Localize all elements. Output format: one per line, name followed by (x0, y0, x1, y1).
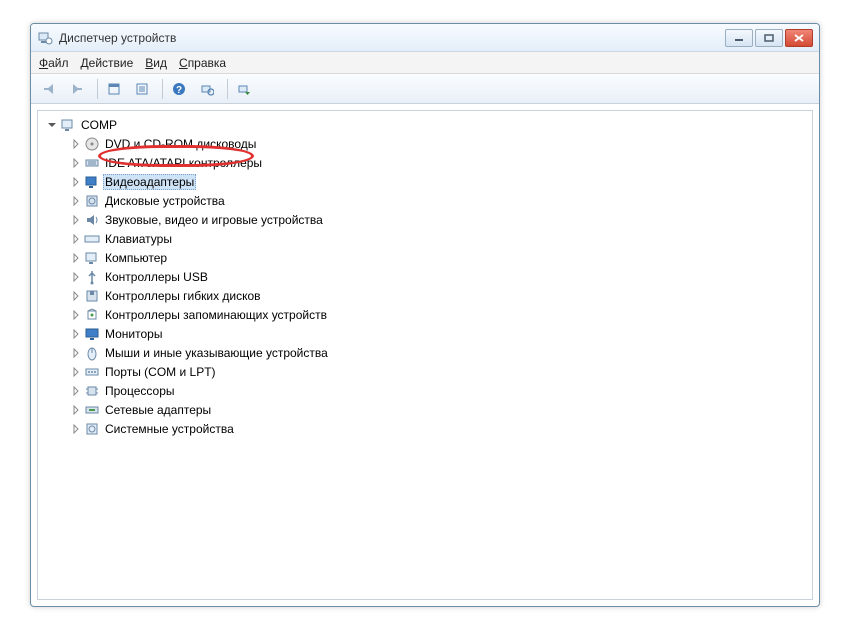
tree-item-label: Сетевые адаптеры (103, 403, 213, 417)
disk-icon (84, 193, 100, 209)
tree-item-label: Системные устройства (103, 422, 236, 436)
network-icon (84, 402, 100, 418)
tree-item[interactable]: DVD и CD-ROM дисководы (46, 134, 812, 153)
tree-item-label: Звуковые, видео и игровые устройства (103, 213, 325, 227)
expand-icon[interactable] (70, 366, 82, 378)
expand-icon[interactable] (70, 214, 82, 226)
toolbar: ? (31, 74, 819, 104)
tree-item[interactable]: Системные устройства (46, 419, 812, 438)
tree-item[interactable]: Сетевые адаптеры (46, 400, 812, 419)
expand-icon[interactable] (70, 290, 82, 302)
expand-icon[interactable] (70, 385, 82, 397)
cpu-icon (84, 383, 100, 399)
floppy-icon (84, 288, 100, 304)
tree-item-label: Мониторы (103, 327, 164, 341)
scan-hardware-button[interactable] (195, 78, 219, 100)
monitor-icon (84, 326, 100, 342)
expand-icon[interactable] (70, 404, 82, 416)
menubar: Файл Действие Вид Справка (31, 52, 819, 74)
tree-root-label: COMP (79, 118, 119, 132)
uninstall-button[interactable] (232, 78, 256, 100)
menu-view[interactable]: Вид (145, 56, 167, 70)
usb-icon (84, 269, 100, 285)
tree-item-label: Порты (COM и LPT) (103, 365, 218, 379)
expand-icon[interactable] (70, 328, 82, 340)
tree-item[interactable]: Порты (COM и LPT) (46, 362, 812, 381)
separator-icon (97, 79, 98, 99)
tree-item-label: IDE ATA/ATAPI контроллеры (103, 156, 264, 170)
expand-icon[interactable] (70, 157, 82, 169)
window-title: Диспетчер устройств (59, 31, 176, 45)
back-button[interactable] (37, 78, 61, 100)
tree-item-label: Компьютер (103, 251, 169, 265)
tree-item[interactable]: Компьютер (46, 248, 812, 267)
storage-icon (84, 307, 100, 323)
maximize-button[interactable] (755, 29, 783, 47)
tree-content[interactable]: COMP DVD и CD-ROM дисководы IDE ATA/ATAPI… (37, 110, 813, 600)
help-button[interactable]: ? (167, 78, 191, 100)
tree-item-label: Контроллеры гибких дисков (103, 289, 263, 303)
forward-button[interactable] (65, 78, 89, 100)
menu-file[interactable]: Файл (39, 56, 69, 70)
tree-item[interactable]: IDE ATA/ATAPI контроллеры (46, 153, 812, 172)
expand-icon[interactable] (70, 176, 82, 188)
svg-text:?: ? (176, 85, 182, 96)
device-manager-window: Диспетчер устройств Файл Действие Вид Сп… (30, 23, 820, 607)
window-controls (723, 29, 813, 47)
expand-icon[interactable] (70, 423, 82, 435)
tree-item[interactable]: Контроллеры гибких дисков (46, 286, 812, 305)
tree-item[interactable]: Клавиатуры (46, 229, 812, 248)
expand-icon[interactable] (70, 195, 82, 207)
expand-icon[interactable] (70, 233, 82, 245)
tree-item[interactable]: Контроллеры USB (46, 267, 812, 286)
tree-item-label: Мыши и иные указывающие устройства (103, 346, 330, 360)
tree-item-label: Контроллеры USB (103, 270, 210, 284)
computer-icon (60, 117, 76, 133)
expand-icon[interactable] (70, 252, 82, 264)
app-icon (37, 30, 53, 46)
properties-button[interactable] (130, 78, 154, 100)
tree-item[interactable]: Дисковые устройства (46, 191, 812, 210)
computer-icon (84, 250, 100, 266)
tree-item[interactable]: Видеоадаптеры (46, 172, 812, 191)
tree-item-label: Клавиатуры (103, 232, 174, 246)
minimize-button[interactable] (725, 29, 753, 47)
tree-item-label: Контроллеры запоминающих устройств (103, 308, 329, 322)
port-icon (84, 364, 100, 380)
system-icon (84, 421, 100, 437)
ide-icon (84, 155, 100, 171)
collapse-icon[interactable] (46, 119, 58, 131)
tree-item-label: DVD и CD-ROM дисководы (103, 137, 258, 151)
disc-icon (84, 136, 100, 152)
expand-icon[interactable] (70, 347, 82, 359)
display-icon (84, 174, 100, 190)
tree-item[interactable]: Звуковые, видео и игровые устройства (46, 210, 812, 229)
tree-item-label: Дисковые устройства (103, 194, 227, 208)
tree-item-label: Процессоры (103, 384, 177, 398)
expand-icon[interactable] (70, 309, 82, 321)
menu-action[interactable]: Действие (81, 56, 134, 70)
show-hidden-button[interactable] (102, 78, 126, 100)
separator-icon (227, 79, 228, 99)
menu-help[interactable]: Справка (179, 56, 226, 70)
tree-item[interactable]: Мыши и иные указывающие устройства (46, 343, 812, 362)
close-button[interactable] (785, 29, 813, 47)
tree-item[interactable]: Мониторы (46, 324, 812, 343)
separator-icon (162, 79, 163, 99)
expand-icon[interactable] (70, 271, 82, 283)
tree-item-label: Видеоадаптеры (103, 174, 196, 190)
audio-icon (84, 212, 100, 228)
mouse-icon (84, 345, 100, 361)
tree-item[interactable]: Процессоры (46, 381, 812, 400)
tree-root[interactable]: COMP (46, 115, 812, 134)
tree-item[interactable]: Контроллеры запоминающих устройств (46, 305, 812, 324)
device-tree: COMP DVD и CD-ROM дисководы IDE ATA/ATAPI… (38, 111, 812, 438)
keyboard-icon (84, 231, 100, 247)
expand-icon[interactable] (70, 138, 82, 150)
titlebar[interactable]: Диспетчер устройств (31, 24, 819, 52)
